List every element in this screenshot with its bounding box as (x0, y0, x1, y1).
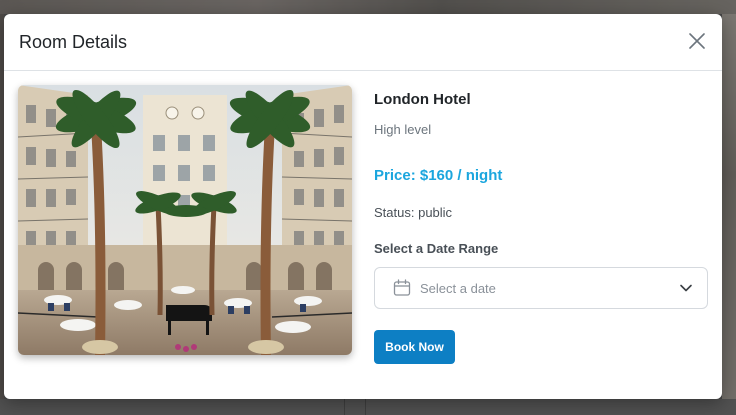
close-icon (689, 32, 705, 52)
book-now-button[interactable]: Book Now (374, 330, 455, 364)
hotel-name: London Hotel (374, 91, 471, 108)
status-label: Status: (374, 205, 415, 220)
room-level: High level (374, 122, 432, 137)
date-range-label: Select a Date Range (374, 241, 499, 256)
status-value: public (418, 205, 453, 220)
calendar-icon (392, 279, 411, 298)
modal-title: Room Details (19, 31, 128, 52)
date-placeholder: Select a date (420, 280, 496, 296)
chevron-down-icon (679, 281, 693, 295)
room-status: Status: public (374, 205, 452, 220)
modal-body: London Hotel High level Price: $160 / ni… (4, 71, 722, 398)
modal-header: Room Details (4, 14, 722, 71)
room-image (18, 85, 352, 355)
room-details-modal: Room Details London Hotel High level Pri… (4, 14, 722, 399)
close-button[interactable] (686, 31, 708, 53)
room-price: Price: $160 / night (374, 167, 503, 184)
date-range-picker[interactable]: Select a date (374, 267, 708, 309)
